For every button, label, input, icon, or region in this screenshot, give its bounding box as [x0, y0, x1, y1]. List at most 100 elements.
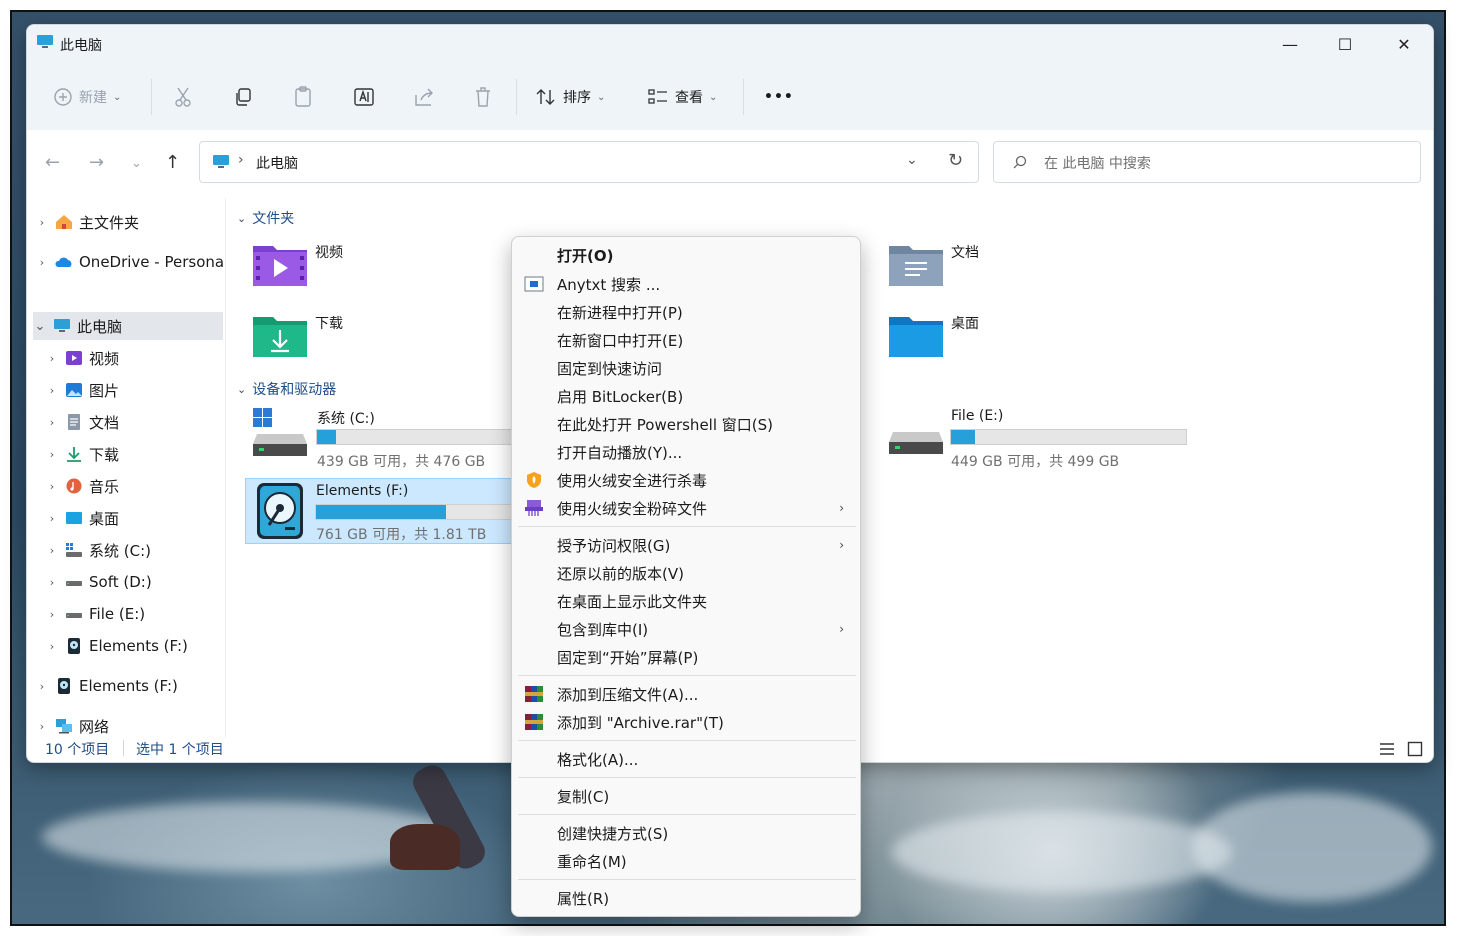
- chevron-right-icon[interactable]: ›: [45, 384, 59, 397]
- menu-separator: [518, 675, 856, 676]
- drive-tile-f-selected[interactable]: Elements (F:) 761 GB 可用，共 1.81 TB: [245, 478, 538, 544]
- view-button[interactable]: 查看 ⌄: [647, 71, 717, 123]
- share-button[interactable]: [413, 71, 435, 123]
- chevron-right-icon[interactable]: ›: [45, 544, 59, 557]
- chevron-right-icon[interactable]: ›: [45, 352, 59, 365]
- menu-item-label: 打开自动播放(Y)...: [557, 443, 683, 462]
- sidebar-item-documents[interactable]: › 文档: [45, 408, 241, 436]
- sidebar-item-label: 桌面: [89, 509, 120, 528]
- sidebar-item-elements[interactable]: › Elements (F:): [35, 672, 231, 700]
- chevron-right-icon[interactable]: ›: [45, 576, 59, 589]
- menu-item-open-new-window[interactable]: 在新窗口中打开(E): [512, 326, 860, 354]
- sidebar-item-drive-e[interactable]: › File (E:): [45, 600, 241, 628]
- menu-item-restore-versions[interactable]: 还原以前的版本(V): [512, 559, 860, 587]
- menu-item-show-on-desktop[interactable]: 在桌面上显示此文件夹: [512, 587, 860, 615]
- sidebar-item-videos[interactable]: › 视频: [45, 344, 241, 372]
- menu-item-label: 打开(O): [557, 246, 614, 265]
- minimize-button[interactable]: —: [1267, 31, 1313, 57]
- refresh-icon[interactable]: ↻: [948, 150, 963, 171]
- sidebar-item-label: File (E:): [89, 605, 146, 623]
- new-button[interactable]: 新建 ⌄: [53, 71, 121, 123]
- menu-item-pin-quick-access[interactable]: 固定到快速访问: [512, 354, 860, 382]
- folders-section-header[interactable]: ⌄ 文件夹: [237, 208, 294, 228]
- menu-item-format[interactable]: 格式化(A)...: [512, 745, 860, 773]
- sidebar-item-downloads[interactable]: › 下载: [45, 440, 241, 468]
- menu-item-huorong-scan[interactable]: 使用火绒安全进行杀毒: [512, 466, 860, 494]
- chevron-right-icon[interactable]: ›: [35, 720, 49, 733]
- menu-separator: [518, 740, 856, 741]
- chevron-right-icon[interactable]: ›: [35, 256, 49, 269]
- menu-item-anytxt-search[interactable]: Anytxt 搜索 ...: [512, 270, 860, 298]
- drive-space-text: 439 GB 可用，共 476 GB: [317, 454, 486, 470]
- menu-item-autoplay[interactable]: 打开自动播放(Y)...: [512, 438, 860, 466]
- sidebar-item-this-pc[interactable]: ⌄ 此电脑: [33, 312, 223, 340]
- breadcrumb[interactable]: 此电脑: [256, 153, 298, 173]
- chevron-right-icon[interactable]: ›: [45, 480, 59, 493]
- sidebar-item-home[interactable]: › 主文件夹: [35, 208, 231, 236]
- drive-tile-c[interactable]: 系统 (C:) 439 GB 可用，共 476 GB: [253, 408, 553, 470]
- sidebar-item-drive-f[interactable]: › Elements (F:): [45, 632, 241, 660]
- submenu-arrow-icon: ›: [839, 538, 844, 552]
- close-button[interactable]: ✕: [1381, 31, 1427, 57]
- details-view-icon[interactable]: [1379, 742, 1395, 756]
- pane-divider[interactable]: [225, 198, 226, 738]
- sidebar-item-network[interactable]: › 网络: [35, 712, 231, 740]
- sidebar-item-music[interactable]: › 音乐: [45, 472, 241, 500]
- back-arrow-icon[interactable]: ←: [45, 152, 60, 173]
- paste-button[interactable]: [293, 71, 313, 123]
- address-bar[interactable]: › 此电脑 ⌄ ↻: [199, 141, 979, 183]
- sidebar-item-label: 网络: [79, 717, 110, 736]
- maximize-button[interactable]: ☐: [1322, 31, 1368, 57]
- recent-locations-chevron-icon[interactable]: ⌄: [131, 156, 142, 171]
- menu-item-give-access[interactable]: 授予访问权限(G) ›: [512, 531, 860, 559]
- shredder-icon: [525, 500, 543, 516]
- sidebar-item-drive-d[interactable]: › Soft (D:): [45, 568, 241, 596]
- address-dropdown-chevron-icon[interactable]: ⌄: [906, 152, 918, 168]
- search-input[interactable]: 在 此电脑 中搜索: [993, 141, 1421, 183]
- search-icon: [1013, 155, 1027, 169]
- menu-item-huorong-shred[interactable]: 使用火绒安全粉碎文件 ›: [512, 494, 860, 522]
- more-options-button[interactable]: •••: [764, 71, 794, 123]
- sort-button[interactable]: 排序 ⌄: [535, 71, 605, 123]
- cut-button[interactable]: [173, 71, 193, 123]
- drive-tile-e[interactable]: File (E:) 449 GB 可用，共 499 GB: [889, 408, 1199, 470]
- chevron-right-icon[interactable]: ›: [45, 512, 59, 525]
- menu-item-pin-to-start[interactable]: 固定到“开始”屏幕(P): [512, 643, 860, 671]
- menu-item-open-new-process[interactable]: 在新进程中打开(P): [512, 298, 860, 326]
- delete-button[interactable]: [473, 71, 493, 123]
- sort-icon: [536, 89, 555, 105]
- menu-item-open[interactable]: 打开(O): [512, 241, 860, 269]
- chevron-right-icon[interactable]: ›: [45, 608, 59, 621]
- menu-item-properties[interactable]: 属性(R): [512, 884, 860, 912]
- chevron-right-icon[interactable]: ›: [35, 680, 49, 693]
- sidebar-item-desktop[interactable]: › 桌面: [45, 504, 241, 532]
- menu-item-bitlocker[interactable]: 启用 BitLocker(B): [512, 382, 860, 410]
- sidebar-item-label: 音乐: [89, 477, 120, 496]
- chevron-down-icon: ⌄: [709, 91, 718, 103]
- chevron-down-icon[interactable]: ⌄: [33, 319, 47, 334]
- menu-item-create-shortcut[interactable]: 创建快捷方式(S): [512, 819, 860, 847]
- forward-arrow-icon[interactable]: →: [89, 152, 104, 173]
- rename-button[interactable]: [353, 71, 375, 123]
- menu-item-include-in-library[interactable]: 包含到库中(I) ›: [512, 615, 860, 643]
- menu-item-add-to-archive-rar[interactable]: 添加到 "Archive.rar"(T): [512, 708, 860, 736]
- title-bar[interactable]: 此电脑 — ☐ ✕: [27, 25, 1433, 65]
- menu-item-powershell[interactable]: 在此处打开 Powershell 窗口(S): [512, 410, 860, 438]
- menu-item-rename[interactable]: 重命名(M): [512, 847, 860, 875]
- cloud: [1192, 792, 1432, 902]
- drives-section-header[interactable]: ⌄ 设备和驱动器: [237, 379, 336, 399]
- up-arrow-icon[interactable]: ↑: [165, 152, 180, 173]
- chevron-right-icon[interactable]: ›: [45, 640, 59, 653]
- tiles-view-icon[interactable]: [1407, 741, 1423, 757]
- chevron-right-icon[interactable]: ›: [35, 216, 49, 229]
- menu-item-add-to-archive[interactable]: 添加到压缩文件(A)...: [512, 680, 860, 708]
- sidebar-item-drive-c[interactable]: › 系统 (C:): [45, 536, 241, 564]
- copy-button[interactable]: [233, 71, 253, 123]
- chevron-right-icon[interactable]: ›: [45, 416, 59, 429]
- toolbar-divider: [516, 79, 517, 115]
- chevron-right-icon[interactable]: ›: [45, 448, 59, 461]
- drive-usage-fill: [317, 430, 336, 444]
- sidebar-item-onedrive[interactable]: › OneDrive - Persona: [35, 248, 231, 276]
- sidebar-item-pictures[interactable]: › 图片: [45, 376, 241, 404]
- menu-item-copy[interactable]: 复制(C): [512, 782, 860, 810]
